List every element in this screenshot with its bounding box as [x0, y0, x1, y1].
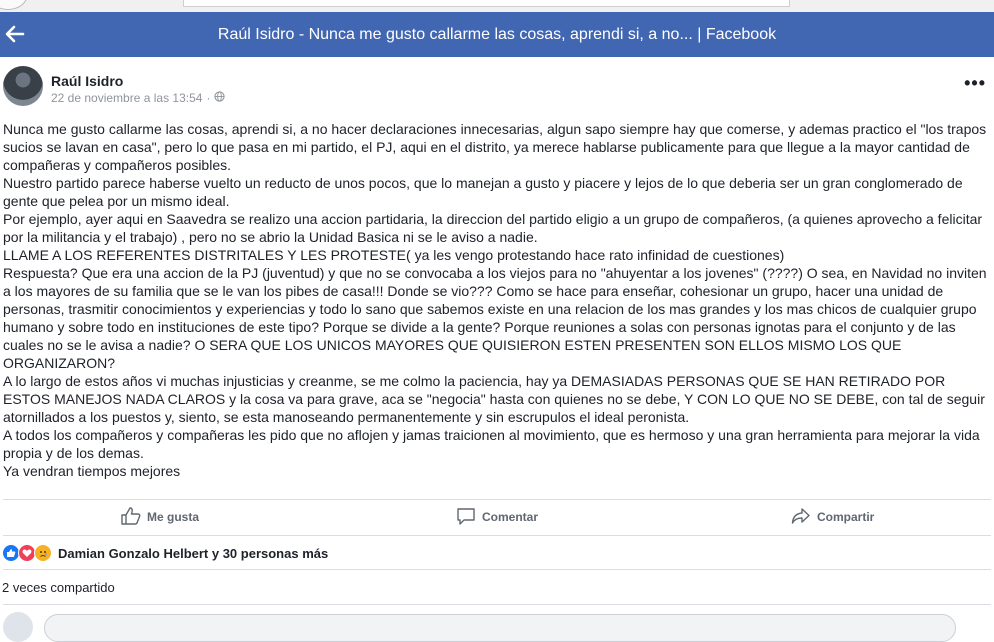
- post-paragraph: A lo largo de estos años vi muchas injus…: [3, 373, 985, 425]
- post-paragraph: Por ejemplo, ayer aqui en Saavedra se re…: [3, 211, 983, 245]
- page-title: Raúl Isidro - Nunca me gusto callarme la…: [217, 26, 777, 43]
- post-timestamp[interactable]: 22 de noviembre a las 13:54: [51, 91, 202, 105]
- meta-separator: ·: [206, 91, 211, 105]
- comment-button[interactable]: Comentar: [456, 501, 538, 533]
- post-actions: Me gusta Comentar Compartir: [3, 501, 991, 533]
- divider: [3, 604, 991, 605]
- more-options-icon[interactable]: •••: [964, 74, 986, 92]
- like-button[interactable]: Me gusta: [121, 501, 199, 533]
- browser-top-strip: [0, 0, 994, 12]
- divider: [3, 499, 991, 500]
- comment-label: Comentar: [482, 510, 539, 524]
- post-paragraph: LLAME A LOS REFERENTES DISTRITALES Y LES…: [3, 247, 785, 263]
- share-button[interactable]: Compartir: [791, 501, 874, 533]
- browser-address-bar[interactable]: [183, 0, 790, 7]
- share-label: Compartir: [817, 510, 875, 524]
- browser-button[interactable]: [0, 0, 28, 10]
- post-paragraph: Nunca me gusto callarme las cosas, apren…: [3, 121, 987, 173]
- post-paragraph: Respuesta? Que era una accion de la PJ (…: [3, 265, 987, 371]
- comment-input[interactable]: [44, 614, 956, 642]
- globe-icon: [214, 91, 226, 105]
- share-count[interactable]: 2 veces compartido: [2, 580, 115, 595]
- reactions-summary[interactable]: Damian Gonzalo Helbert y 30 personas más: [2, 544, 328, 562]
- thumbs-up-icon: [121, 506, 141, 528]
- post-header: Raúl Isidro 22 de noviembre a las 13:54 …: [0, 66, 994, 112]
- sad-reaction-icon: [34, 544, 52, 562]
- post-meta: 22 de noviembre a las 13:54 ·: [51, 91, 226, 105]
- author-name[interactable]: Raúl Isidro: [51, 73, 123, 89]
- page-header: Raúl Isidro - Nunca me gusto callarme la…: [0, 12, 994, 57]
- comment-bubble-icon: [456, 507, 476, 528]
- post-text: Nunca me gusto callarme las cosas, apren…: [3, 120, 991, 480]
- like-label: Me gusta: [147, 510, 200, 524]
- share-arrow-icon: [791, 507, 811, 528]
- avatar[interactable]: [3, 66, 43, 106]
- back-arrow-icon[interactable]: [4, 22, 26, 46]
- post-paragraph: A todos los compañeros y compañeras les …: [3, 427, 980, 461]
- post-paragraph: Nuestro partido parece haberse vuelto un…: [3, 175, 963, 209]
- divider: [3, 535, 991, 536]
- divider: [3, 569, 991, 570]
- reactions-text[interactable]: Damian Gonzalo Helbert y 30 personas más: [58, 546, 328, 561]
- post-paragraph: Ya vendran tiempos mejores: [3, 463, 181, 479]
- comment-avatar: [3, 612, 33, 642]
